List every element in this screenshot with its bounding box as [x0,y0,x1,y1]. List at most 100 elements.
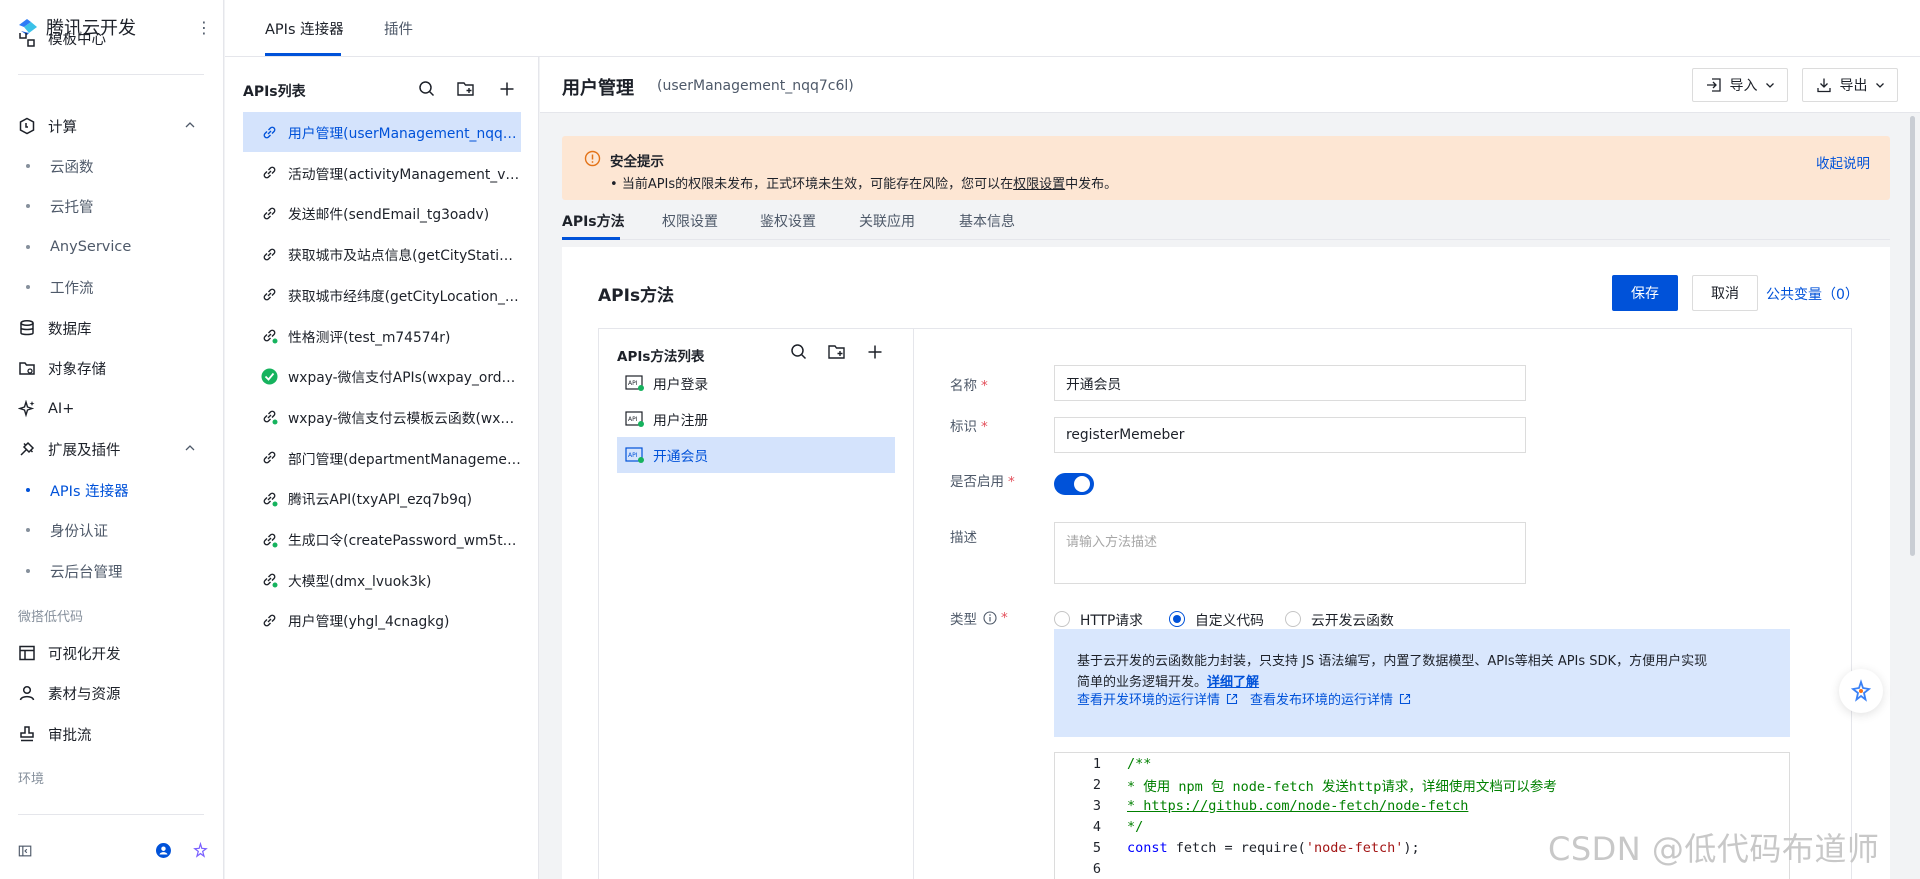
api-list-item-label: wxpay-微信支付APIs(wxpay_order_a... [288,370,521,387]
nav-label: 素材与资源 [48,686,121,703]
nav-sub-cloudrun[interactable]: 云托管 [0,186,224,226]
api-list-item[interactable]: 获取城市及站点信息(getCityStation_... [243,234,521,274]
code-text: fetch = require( [1167,839,1306,856]
tab-basic-info[interactable]: 基本信息 [959,211,1015,231]
description-input[interactable]: 请输入方法描述 [1054,522,1526,584]
api-list-item[interactable]: 发送邮件(sendEmail_tg3oadv) [243,193,521,233]
nav-item-extensions[interactable]: 扩展及插件 [0,429,224,469]
line-number: 5 [1092,839,1101,856]
line-number: 2 [1092,776,1101,793]
tab-permissions[interactable]: 权限设置 [662,211,718,231]
import-button[interactable]: 导入 [1692,68,1788,102]
line-number: 4 [1092,818,1101,835]
method-editor: APIs方法列表 API 用户登录 API 用户注册 API 开通会员 名称 * 开通会员 … [598,328,1852,879]
info-icon[interactable] [983,611,997,625]
nav-item-compute[interactable]: 计算 [0,106,224,146]
radio-circle [1285,611,1301,627]
custom-code-info: 基于云开发的云函数能力封装，只支持 JS 语法编写，内置了数据模型、APIs等相… [1054,629,1790,737]
nav-item-assets[interactable]: 素材与资源 [0,673,224,713]
api-list-item[interactable]: 腾讯云API(txyAPI_ezq7b9q) [243,478,521,518]
permission-settings-link[interactable]: 权限设置 [1013,177,1065,192]
method-list-item[interactable]: API 用户登录 [617,365,895,401]
svg-text:API: API [628,416,638,423]
nav-sub-label: 云托管 [50,199,94,216]
nav-sub-workflow[interactable]: 工作流 [0,267,224,307]
tab-linked-apps[interactable]: 关联应用 [859,211,915,231]
sub-tabs: APIs方法 权限设置 鉴权设置 关联应用 基本信息 [562,200,1890,240]
nav-item-approval[interactable]: 审批流 [0,714,224,754]
main-header: 用户管理 (userManagement_nqq7c6l) 导入 导出 [540,57,1920,113]
type-radio-custom-code[interactable]: 自定义代码 [1169,609,1264,629]
public-variables-link[interactable]: 公共变量（0） [1766,284,1859,304]
nav-item-visual-dev[interactable]: 可视化开发 [0,633,224,673]
tab-indicator [265,53,341,56]
dev-env-link[interactable]: 查看开发环境的运行详情 [1077,689,1238,708]
nav-sub-admin[interactable]: 云后台管理 [0,551,224,591]
database-icon [20,319,34,336]
required-mark: * [1001,610,1008,626]
method-list-item[interactable]: API 开通会员 [617,437,895,473]
nav-sub-auth[interactable]: 身份认证 [0,510,224,550]
nav-item-database[interactable]: 数据库 [0,308,224,348]
api-list-item[interactable]: 性格测评(test_m74574r) [243,316,521,356]
nav-sub-apis-connector[interactable]: APIs 连接器 [10,470,208,510]
new-folder-icon[interactable] [456,79,476,99]
learn-more-link[interactable]: 详细了解 [1207,675,1259,690]
tab-authentication[interactable]: 鉴权设置 [760,211,816,231]
type-radio-http[interactable]: HTTP请求 [1054,609,1143,629]
api-link-icon [263,126,276,138]
api-list-item[interactable]: wxpay-微信支付APIs(wxpay_order_a... [243,356,521,396]
name-input[interactable]: 开通会员 [1054,365,1526,401]
api-list-item[interactable]: 用户管理(yhgl_4cnagkg) [243,600,521,640]
collapse-notes-link[interactable]: 收起说明 [1816,152,1870,172]
nav-sub-functions[interactable]: 云函数 [0,146,224,186]
nav-item-storage[interactable]: 对象存储 [0,348,224,388]
account-icon[interactable] [156,842,172,859]
tab-plugins[interactable]: 插件 [384,18,413,39]
api-list-item[interactable]: wxpay-微信支付云模板云函数(wxpay... [243,397,521,437]
nav-item-templates[interactable]: 模板中心 [0,33,224,53]
api-list-item-label: 腾讯云API(txyAPI_ezq7b9q) [288,492,473,509]
assistant-fab[interactable] [1839,669,1883,713]
nav-label: 扩展及插件 [48,442,121,459]
enabled-toggle[interactable] [1054,473,1094,495]
api-list-item[interactable]: 用户管理(userManagement_nqq7c6l) [243,112,521,152]
identifier-input[interactable]: registerMemeber [1054,417,1526,453]
api-method-icon: API [625,447,644,463]
security-alert: 安全提示 • 当前APIs的权限未发布，正式环境未生效，可能存在风险，您可以在权… [562,136,1890,200]
new-folder-icon[interactable] [827,342,847,362]
api-list-item[interactable]: 活动管理(activityManagement_vn1p... [243,153,521,193]
nav-sub-anyservice[interactable]: AnyService [0,227,224,267]
prod-env-link[interactable]: 查看发布环境的运行详情 [1250,689,1411,708]
nav-item-ai[interactable]: AI+ [0,389,224,429]
cancel-button[interactable]: 取消 [1692,275,1758,311]
api-list-item-label: 部门管理(departmentManagement_a... [288,451,521,468]
search-icon[interactable] [417,79,437,99]
api-list-item[interactable]: 生成口令(createPassword_wm5t2zu) [243,519,521,559]
search-icon[interactable] [789,342,809,362]
chevron-down-icon [1875,83,1884,88]
api-list-item[interactable]: 获取城市经纬度(getCityLocation_sca... [243,275,521,315]
assistant-icon[interactable] [193,842,208,859]
export-button[interactable]: 导出 [1802,68,1898,102]
add-icon[interactable] [865,342,885,362]
save-button[interactable]: 保存 [1612,275,1678,311]
page-scrollbar[interactable] [1910,116,1915,556]
api-list-item-label: 用户管理(yhgl_4cnagkg) [288,614,450,631]
method-list-item[interactable]: API 用户注册 [617,401,895,437]
code-keyword: const [1127,839,1168,856]
grid-icon [19,33,35,47]
add-icon[interactable] [497,79,517,99]
code-text: */ [1127,818,1144,835]
type-radio-cloud-function[interactable]: 云开发云函数 [1285,609,1394,629]
nav-label: 审批流 [48,727,92,744]
import-icon [1706,78,1721,92]
api-list-item[interactable]: 部门管理(departmentManagement_a... [243,438,521,478]
api-list-item[interactable]: 大模型(dmx_lvuok3k) [243,560,521,600]
tab-apis-connector[interactable]: APIs 连接器 [265,18,344,39]
tab-apis-methods[interactable]: APIs方法 [562,211,625,231]
collapse-sidebar-icon[interactable] [18,843,32,859]
stamp-icon [20,726,34,742]
alert-title: 安全提示 [610,154,664,170]
code-line: 1 /** [1055,753,1789,774]
